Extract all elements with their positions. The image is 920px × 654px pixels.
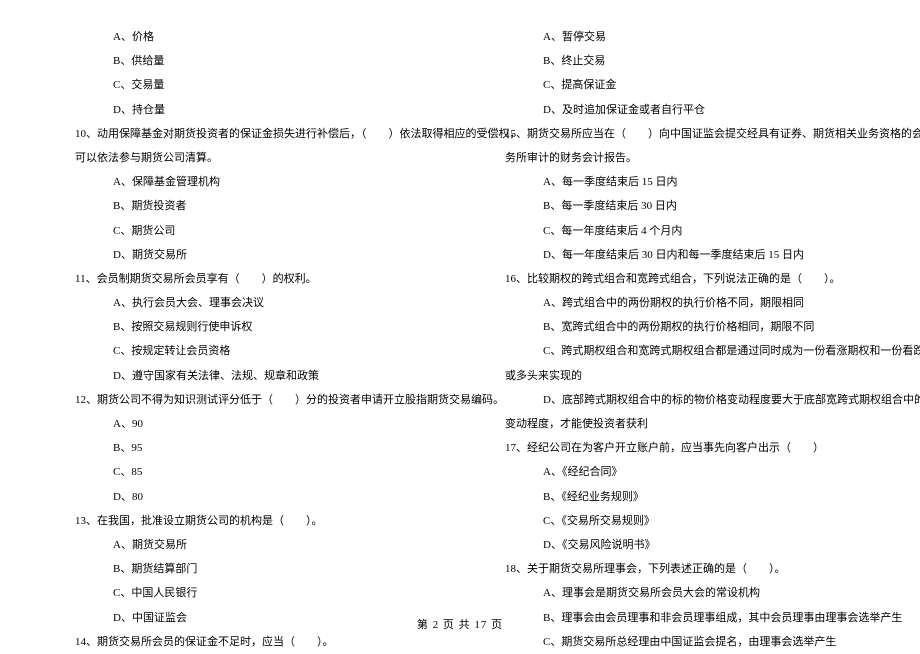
- q16-option-b: B、宽跨式组合中的两份期权的执行价格相同，期限不同: [505, 315, 850, 339]
- q10-option-b: B、期货投资者: [75, 194, 420, 218]
- q11-option-d: D、遵守国家有关法律、法规、规章和政策: [75, 364, 420, 388]
- page-footer: 第 2 页 共 17 页: [0, 616, 920, 632]
- q12-option-a: A、90: [75, 412, 420, 436]
- right-column: A、暂停交易 B、终止交易 C、提高保证金 D、及时追加保证金或者自行平仓 15…: [460, 25, 890, 654]
- q11-option-b: B、按照交易规则行使申诉权: [75, 315, 420, 339]
- q10-option-d: D、期货交易所: [75, 243, 420, 267]
- q14-stem: 14、期货交易所会员的保证金不足时，应当（ ）。: [75, 630, 420, 654]
- q16-option-a: A、跨式组合中的两份期权的执行价格不同，期限相同: [505, 291, 850, 315]
- q18-stem: 18、关于期货交易所理事会，下列表述正确的是（ ）。: [505, 557, 850, 581]
- q17-stem: 17、经纪公司在为客户开立账户前，应当事先向客户出示（ ）: [505, 436, 850, 460]
- q12-stem: 12、期货公司不得为知识测试评分低于（ ）分的投资者申请开立股指期货交易编码。: [75, 388, 420, 412]
- q15-option-a: A、每一季度结束后 15 日内: [505, 170, 850, 194]
- q9-option-b: B、供给量: [75, 49, 420, 73]
- q9-option-d: D、持仓量: [75, 98, 420, 122]
- q14-option-c: C、提高保证金: [505, 73, 850, 97]
- q18-option-a: A、理事会是期货交易所会员大会的常设机构: [505, 581, 850, 605]
- q11-option-c: C、按规定转让会员资格: [75, 339, 420, 363]
- q10-option-a: A、保障基金管理机构: [75, 170, 420, 194]
- q15-stem-line1: 15、期货交易所应当在（ ）向中国证监会提交经具有证券、期货相关业务资格的会计师…: [505, 122, 850, 146]
- q14-option-d: D、及时追加保证金或者自行平仓: [505, 98, 850, 122]
- q12-option-c: C、85: [75, 460, 420, 484]
- q9-option-c: C、交易量: [75, 73, 420, 97]
- q13-stem: 13、在我国，批准设立期货公司的机构是（ ）。: [75, 509, 420, 533]
- q16-stem: 16、比较期权的跨式组合和宽跨式组合，下列说法正确的是（ ）。: [505, 267, 850, 291]
- q17-option-a: A、《经纪合同》: [505, 460, 850, 484]
- q16-option-c-line2: 或多头来实现的: [505, 364, 850, 388]
- q15-option-b: B、每一季度结束后 30 日内: [505, 194, 850, 218]
- q10-stem-line2: 可以依法参与期货公司清算。: [75, 146, 420, 170]
- q12-option-b: B、95: [75, 436, 420, 460]
- q18-option-c: C、期货交易所总经理由中国证监会提名，由理事会选举产生: [505, 630, 850, 654]
- q11-stem: 11、会员制期货交易所会员享有（ ）的权利。: [75, 267, 420, 291]
- q15-option-c: C、每一年度结束后 4 个月内: [505, 219, 850, 243]
- q13-option-a: A、期货交易所: [75, 533, 420, 557]
- q12-option-d: D、80: [75, 485, 420, 509]
- page-container: A、价格 B、供给量 C、交易量 D、持仓量 10、动用保障基金对期货投资者的保…: [0, 25, 920, 654]
- q11-option-a: A、执行会员大会、理事会决议: [75, 291, 420, 315]
- q15-stem-line2: 务所审计的财务会计报告。: [505, 146, 850, 170]
- q16-option-c-line1: C、跨式期权组合和宽跨式期权组合都是通过同时成为一份看涨期权和一份看跌期权的空头: [505, 339, 850, 363]
- q15-option-d: D、每一年度结束后 30 日内和每一季度结束后 15 日内: [505, 243, 850, 267]
- q10-stem-line1: 10、动用保障基金对期货投资者的保证金损失进行补偿后，（ ）依法取得相应的受偿权…: [75, 122, 420, 146]
- q16-option-d-line2: 变动程度，才能使投资者获利: [505, 412, 850, 436]
- q9-option-a: A、价格: [75, 25, 420, 49]
- q17-option-b: B、《经纪业务规则》: [505, 485, 850, 509]
- q13-option-c: C、中国人民银行: [75, 581, 420, 605]
- q10-option-c: C、期货公司: [75, 219, 420, 243]
- q17-option-c: C、《交易所交易规则》: [505, 509, 850, 533]
- q17-option-d: D、《交易风险说明书》: [505, 533, 850, 557]
- q14-option-b: B、终止交易: [505, 49, 850, 73]
- q16-option-d-line1: D、底部跨式期权组合中的标的物价格变动程度要大于底部宽跨式期权组合中的标的物价格: [505, 388, 850, 412]
- q14-option-a: A、暂停交易: [505, 25, 850, 49]
- q13-option-b: B、期货结算部门: [75, 557, 420, 581]
- left-column: A、价格 B、供给量 C、交易量 D、持仓量 10、动用保障基金对期货投资者的保…: [30, 25, 460, 654]
